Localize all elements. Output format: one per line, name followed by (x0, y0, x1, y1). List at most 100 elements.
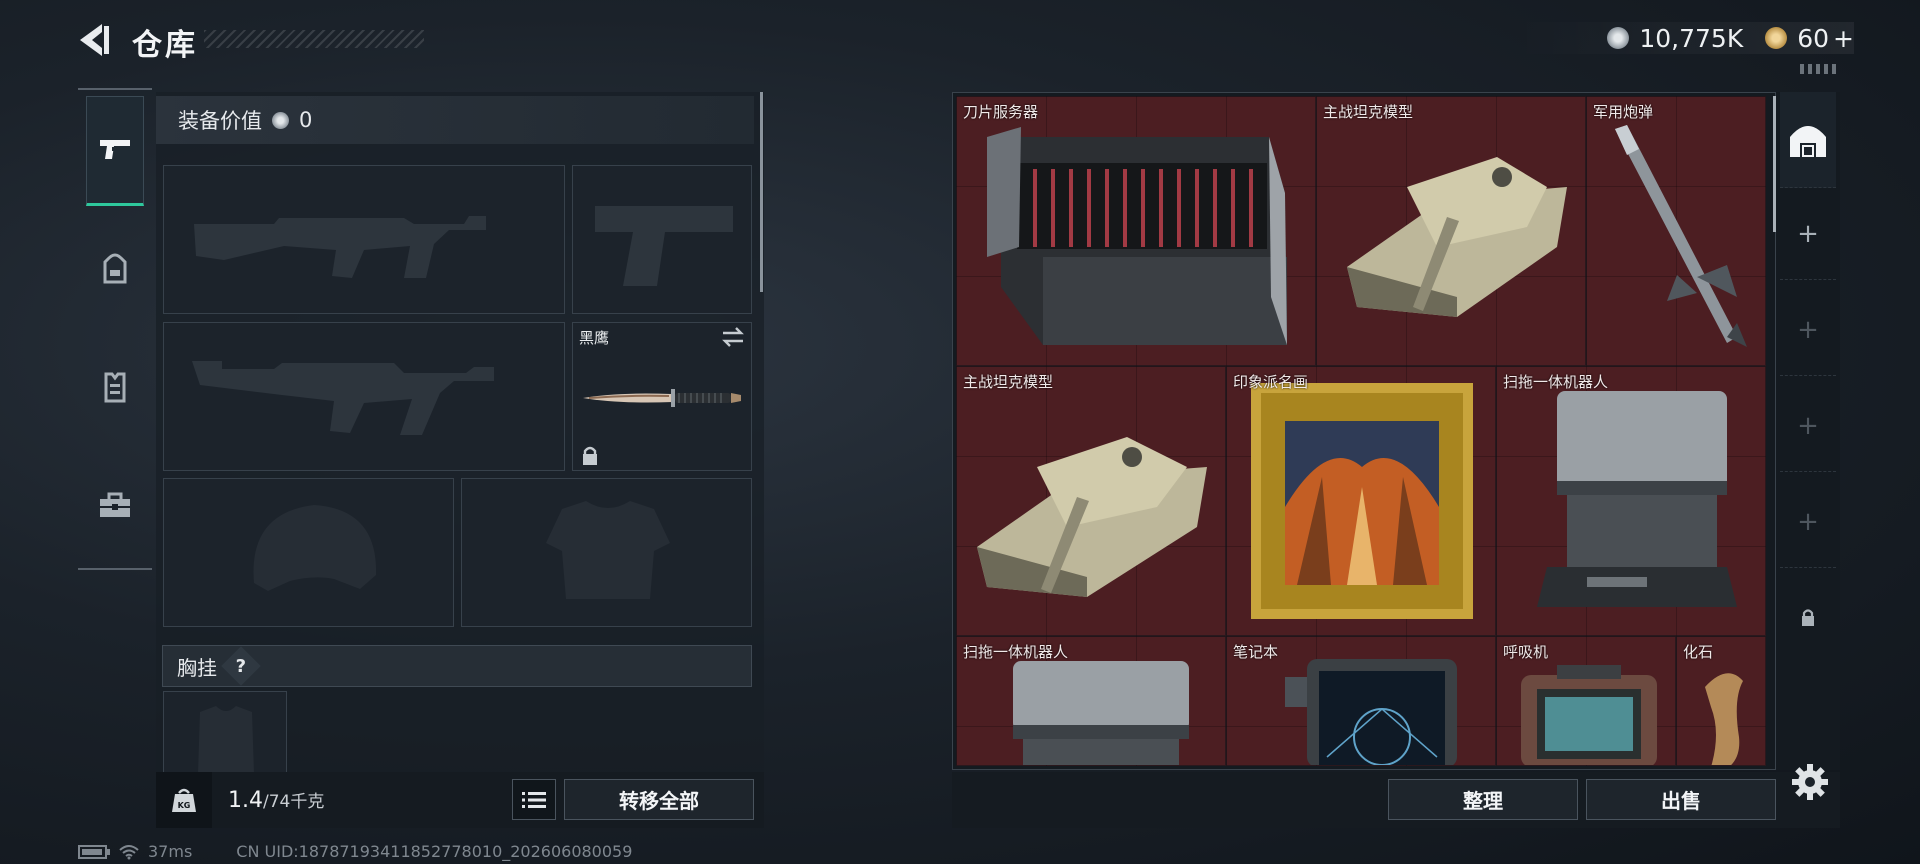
currency-bar: 10,775K 60 + (1514, 22, 1854, 54)
backpack-icon (103, 253, 127, 284)
container-item[interactable]: 主战坦克模型 (956, 366, 1226, 636)
container-item[interactable]: 刀片服务器 (956, 96, 1316, 366)
pistol-icon (100, 140, 130, 159)
gear-icon (1792, 764, 1828, 800)
lock-icon (583, 446, 597, 465)
container-grid: 刀片服务器 主战坦克模型 军用炮弹 主战坦克模型 印象派名画 扫拖一体机器人 扫… (956, 96, 1766, 766)
container-item[interactable]: 笔记本 (1226, 636, 1496, 766)
container-item[interactable]: 印象派名画 (1226, 366, 1496, 636)
primary-weapon-slot-2[interactable] (163, 322, 565, 471)
title-decoration (204, 30, 424, 48)
ticket-icon (1765, 27, 1788, 49)
back-arrow-icon (80, 24, 109, 56)
equipment-scrollbar[interactable] (760, 92, 763, 292)
ticket-balance: 60 (1797, 23, 1830, 53)
tank-model-icon (977, 437, 1207, 597)
weight-max: /74千克 (263, 792, 325, 812)
battery-icon (78, 844, 110, 859)
blade-server-icon (987, 127, 1287, 345)
weight-current: 1.4 (228, 788, 263, 813)
chest-rig-label: 胸挂 (177, 655, 217, 680)
corner-decoration (1800, 64, 1836, 74)
storage-icon (1790, 125, 1826, 157)
add-tickets-button[interactable]: + (1833, 24, 1854, 53)
add-storage-button[interactable]: + (1780, 476, 1836, 568)
item-name: 主战坦克模型 (963, 373, 1054, 391)
robot-vacuum-icon (1537, 391, 1737, 607)
plus-icon: + (1797, 218, 1819, 249)
tab-toolbox[interactable] (86, 450, 144, 560)
item-name: 笔记本 (1233, 643, 1279, 661)
lock-icon (1802, 609, 1814, 626)
add-storage-button[interactable]: + (1780, 188, 1836, 280)
page-title: 仓库 (132, 28, 198, 63)
vest-icon (104, 372, 126, 403)
weight-button[interactable]: KG (156, 772, 212, 828)
add-storage-button[interactable]: + (1780, 380, 1836, 472)
knife-icon (583, 389, 741, 407)
melee-weapon-name: 黑鹰 (579, 329, 610, 347)
plus-icon: + (1797, 506, 1819, 537)
container-tabs: + + + + (1776, 92, 1840, 770)
container-item[interactable]: 扫拖一体机器人 (1496, 366, 1766, 636)
equipment-value: 0 (299, 108, 313, 132)
weight-readout: 1.4/74千克 (228, 787, 324, 813)
status-line: 37ms CN UID:18787193411852778010_2026060… (78, 842, 632, 861)
wifi-icon (119, 844, 139, 859)
primary-weapon-slot-1[interactable] (163, 165, 565, 314)
painting-icon (1251, 383, 1473, 619)
swap-icon[interactable] (721, 327, 745, 347)
helmet-slot[interactable] (163, 478, 454, 627)
sell-button[interactable]: 出售 (1586, 779, 1776, 820)
back-button[interactable] (72, 18, 116, 62)
container-item[interactable]: 主战坦克模型 (1316, 96, 1586, 366)
locked-storage-tab[interactable] (1780, 572, 1836, 664)
rifle-silhouette-icon (192, 361, 494, 435)
container-item[interactable]: 化石 (1676, 636, 1766, 766)
rifle-silhouette-icon (194, 216, 486, 278)
tank-model-icon (1347, 157, 1567, 317)
body-armor-silhouette-icon (546, 501, 670, 599)
coin-icon (1607, 27, 1630, 49)
add-storage-button[interactable]: + (1780, 284, 1836, 376)
melee-weapon-slot[interactable]: 黑鹰 (572, 322, 752, 471)
tab-vest[interactable] (86, 332, 144, 442)
ping-readout: 37ms (148, 842, 193, 861)
armor-slot[interactable] (461, 478, 752, 627)
container-item[interactable]: 军用炮弹 (1586, 96, 1766, 366)
help-button[interactable]: ? (221, 646, 261, 686)
sort-button[interactable]: 整理 (1388, 779, 1578, 820)
list-view-button[interactable] (512, 779, 556, 820)
pistol-silhouette-icon (595, 206, 733, 286)
item-name: 化石 (1683, 643, 1714, 661)
container-item[interactable]: 呼吸机 (1496, 636, 1676, 766)
equipment-value-label: 装备价值 (178, 109, 262, 133)
tab-weapons[interactable] (86, 96, 144, 206)
transfer-all-button[interactable]: 转移全部 (564, 779, 754, 820)
item-name: 扫拖一体机器人 (1503, 373, 1609, 391)
item-name: 刀片服务器 (963, 103, 1039, 121)
helmet-silhouette-icon (253, 505, 377, 591)
container-item[interactable]: 扫拖一体机器人 (956, 636, 1226, 766)
settings-button[interactable] (1790, 762, 1830, 802)
chest-rig-slot[interactable] (163, 691, 287, 773)
list-icon (522, 791, 546, 808)
chest-rig-header: 胸挂 ? (162, 645, 752, 687)
item-name: 主战坦克模型 (1323, 103, 1414, 121)
plus-icon: + (1797, 314, 1819, 345)
svg-text:KG: KG (178, 801, 191, 810)
equipment-value-header: 装备价值 0 (156, 96, 754, 144)
plus-icon: + (1797, 410, 1819, 441)
item-name: 扫拖一体机器人 (963, 643, 1069, 661)
toolbox-icon (100, 492, 130, 517)
coin-icon (272, 111, 289, 129)
missile-icon (1615, 125, 1747, 347)
weight-kg-icon: KG (172, 788, 196, 812)
player-uid: CN UID:18787193411852778010_202606080059 (236, 842, 633, 861)
container-tab-storage[interactable] (1780, 92, 1836, 188)
secondary-weapon-slot[interactable] (572, 165, 752, 314)
tab-backpack[interactable] (86, 214, 144, 324)
item-name: 印象派名画 (1233, 373, 1309, 391)
category-tabs (78, 88, 152, 570)
help-icon: ? (235, 655, 247, 677)
